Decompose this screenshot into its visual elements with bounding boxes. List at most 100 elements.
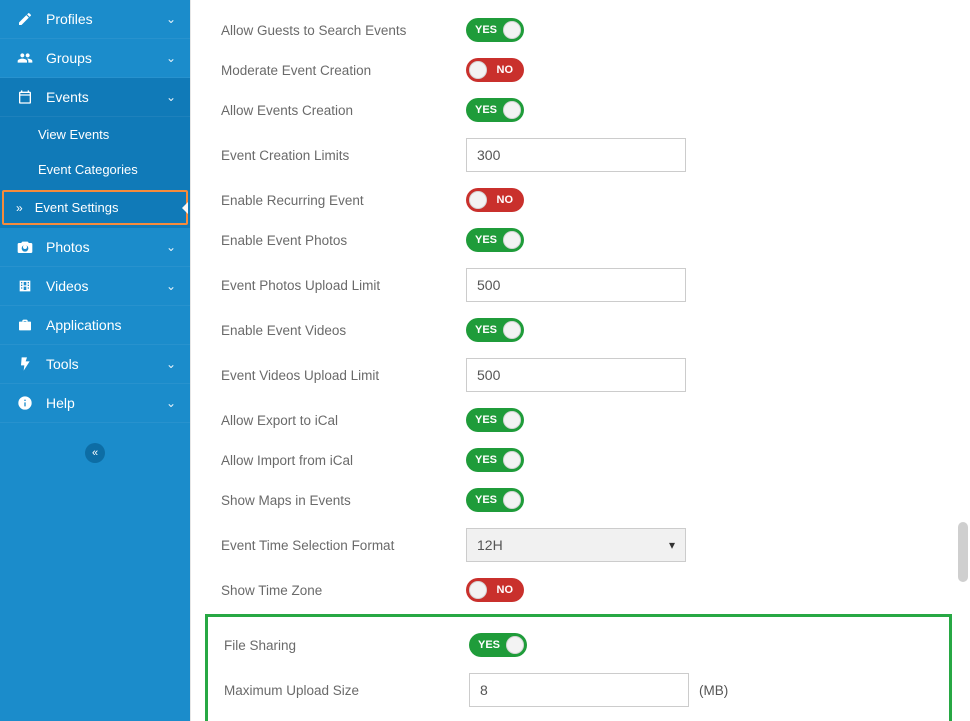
setting-row-allow-creation: Allow Events Creation YES [191,90,970,130]
setting-label: Maximum Upload Size [224,683,469,698]
sidebar-item-help[interactable]: Help ⌄ [0,384,190,423]
toggle-event-videos[interactable]: YES [466,318,524,342]
setting-label: Allow Export to iCal [221,413,466,428]
sidebar-item-photos[interactable]: Photos ⌄ [0,228,190,267]
film-icon [14,278,36,294]
setting-label: Show Time Zone [221,583,466,598]
toggle-handle-icon [506,636,524,654]
sidebar-item-view-events[interactable]: View Events [0,117,190,152]
chevron-down-icon: ⌄ [166,396,176,410]
setting-row-show-maps: Show Maps in Events YES [191,480,970,520]
toggle-handle-icon [503,231,521,249]
toggle-handle-icon [503,451,521,469]
toggle-show-timezone[interactable]: NO [466,578,524,602]
chevron-left-icon: « [85,443,105,463]
sidebar-item-event-settings[interactable]: » Event Settings [0,187,190,228]
sidebar-item-label: View Events [38,127,109,142]
setting-label: Allow Import from iCal [221,453,466,468]
setting-row-moderate-creation: Moderate Event Creation NO [191,50,970,90]
unit-label: (MB) [699,683,728,698]
toggle-event-photos[interactable]: YES [466,228,524,252]
toggle-allow-creation[interactable]: YES [466,98,524,122]
chevron-down-icon: ⌄ [166,357,176,371]
toggle-export-ical[interactable]: YES [466,408,524,432]
toggle-file-sharing[interactable]: YES [469,633,527,657]
chevron-down-icon: ⌄ [166,90,176,104]
toggle-handle-icon [469,581,487,599]
sidebar-item-applications[interactable]: Applications [0,306,190,345]
setting-row-max-upload: Maximum Upload Size (MB) [208,665,949,715]
time-format-select[interactable]: 12H [466,528,686,562]
edit-icon [14,11,36,27]
setting-label: Enable Event Photos [221,233,466,248]
videos-limit-input[interactable] [466,358,686,392]
chevron-down-icon: ⌄ [166,279,176,293]
setting-label: Allow Guests to Search Events [221,23,466,38]
sidebar-item-label: Tools [46,356,166,372]
sidebar-item-label: Profiles [46,11,166,27]
setting-row-photos-limit: Event Photos Upload Limit [191,260,970,310]
bolt-icon [14,356,36,372]
users-icon [14,50,36,66]
calendar-icon [14,89,36,105]
toggle-handle-icon [503,411,521,429]
setting-row-event-videos: Enable Event Videos YES [191,310,970,350]
photos-limit-input[interactable] [466,268,686,302]
toggle-handle-icon [503,21,521,39]
toggle-handle-icon [503,491,521,509]
sidebar-item-label: Event Settings [35,200,119,215]
camera-icon [14,239,36,255]
setting-label: Event Videos Upload Limit [221,368,466,383]
setting-label: Show Maps in Events [221,493,466,508]
setting-row-time-format: Event Time Selection Format 12H [191,520,970,570]
info-icon [14,395,36,411]
select-value: 12H [477,537,503,553]
events-submenu: View Events Event Categories » Event Set… [0,117,190,228]
setting-row-show-timezone: Show Time Zone NO [191,570,970,610]
sidebar-item-videos[interactable]: Videos ⌄ [0,267,190,306]
chevron-down-icon: ⌄ [166,51,176,65]
sidebar-item-event-categories[interactable]: Event Categories [0,152,190,187]
toggle-show-maps[interactable]: YES [466,488,524,512]
setting-row-export-ical: Allow Export to iCal YES [191,400,970,440]
setting-label: Enable Event Videos [221,323,466,338]
toggle-guest-search[interactable]: YES [466,18,524,42]
sidebar-item-label: Help [46,395,166,411]
setting-row-import-ical: Allow Import from iCal YES [191,440,970,480]
creation-limits-input[interactable] [466,138,686,172]
chevron-down-icon: ⌄ [166,12,176,26]
setting-row-videos-limit: Event Videos Upload Limit [191,350,970,400]
setting-row-event-photos: Enable Event Photos YES [191,220,970,260]
briefcase-icon [14,317,36,333]
sidebar-item-groups[interactable]: Groups ⌄ [0,39,190,78]
settings-panel: Allow Guests to Search Events YES Modera… [190,0,970,721]
setting-label: File Sharing [224,638,469,653]
setting-label: Allow Events Creation [221,103,466,118]
toggle-import-ical[interactable]: YES [466,448,524,472]
file-sharing-group: File Sharing YES Maximum Upload Size (MB… [205,614,952,721]
setting-row-file-sharing: File Sharing YES [208,625,949,665]
max-upload-input[interactable] [469,673,689,707]
setting-label: Event Creation Limits [221,148,466,163]
sidebar-item-label: Groups [46,50,166,66]
toggle-handle-icon [469,61,487,79]
setting-row-creation-limits: Event Creation Limits [191,130,970,180]
setting-row-guest-search: Allow Guests to Search Events YES [191,10,970,50]
sidebar-item-label: Videos [46,278,166,294]
sidebar-item-label: Photos [46,239,166,255]
sidebar-item-events[interactable]: Events ⌄ [0,78,190,117]
setting-label: Event Time Selection Format [221,538,466,553]
chevron-right-icon: » [16,201,23,215]
toggle-recurring[interactable]: NO [466,188,524,212]
toggle-handle-icon [503,321,521,339]
toggle-moderate-creation[interactable]: NO [466,58,524,82]
sidebar-item-tools[interactable]: Tools ⌄ [0,345,190,384]
toggle-handle-icon [503,101,521,119]
sidebar-item-label: Event Categories [38,162,138,177]
setting-row-recurring: Enable Recurring Event NO [191,180,970,220]
sidebar: Profiles ⌄ Groups ⌄ Events ⌄ View Events… [0,0,190,721]
setting-label: Moderate Event Creation [221,63,466,78]
toggle-handle-icon [469,191,487,209]
sidebar-item-profiles[interactable]: Profiles ⌄ [0,0,190,39]
collapse-sidebar-button[interactable]: « [0,443,190,463]
